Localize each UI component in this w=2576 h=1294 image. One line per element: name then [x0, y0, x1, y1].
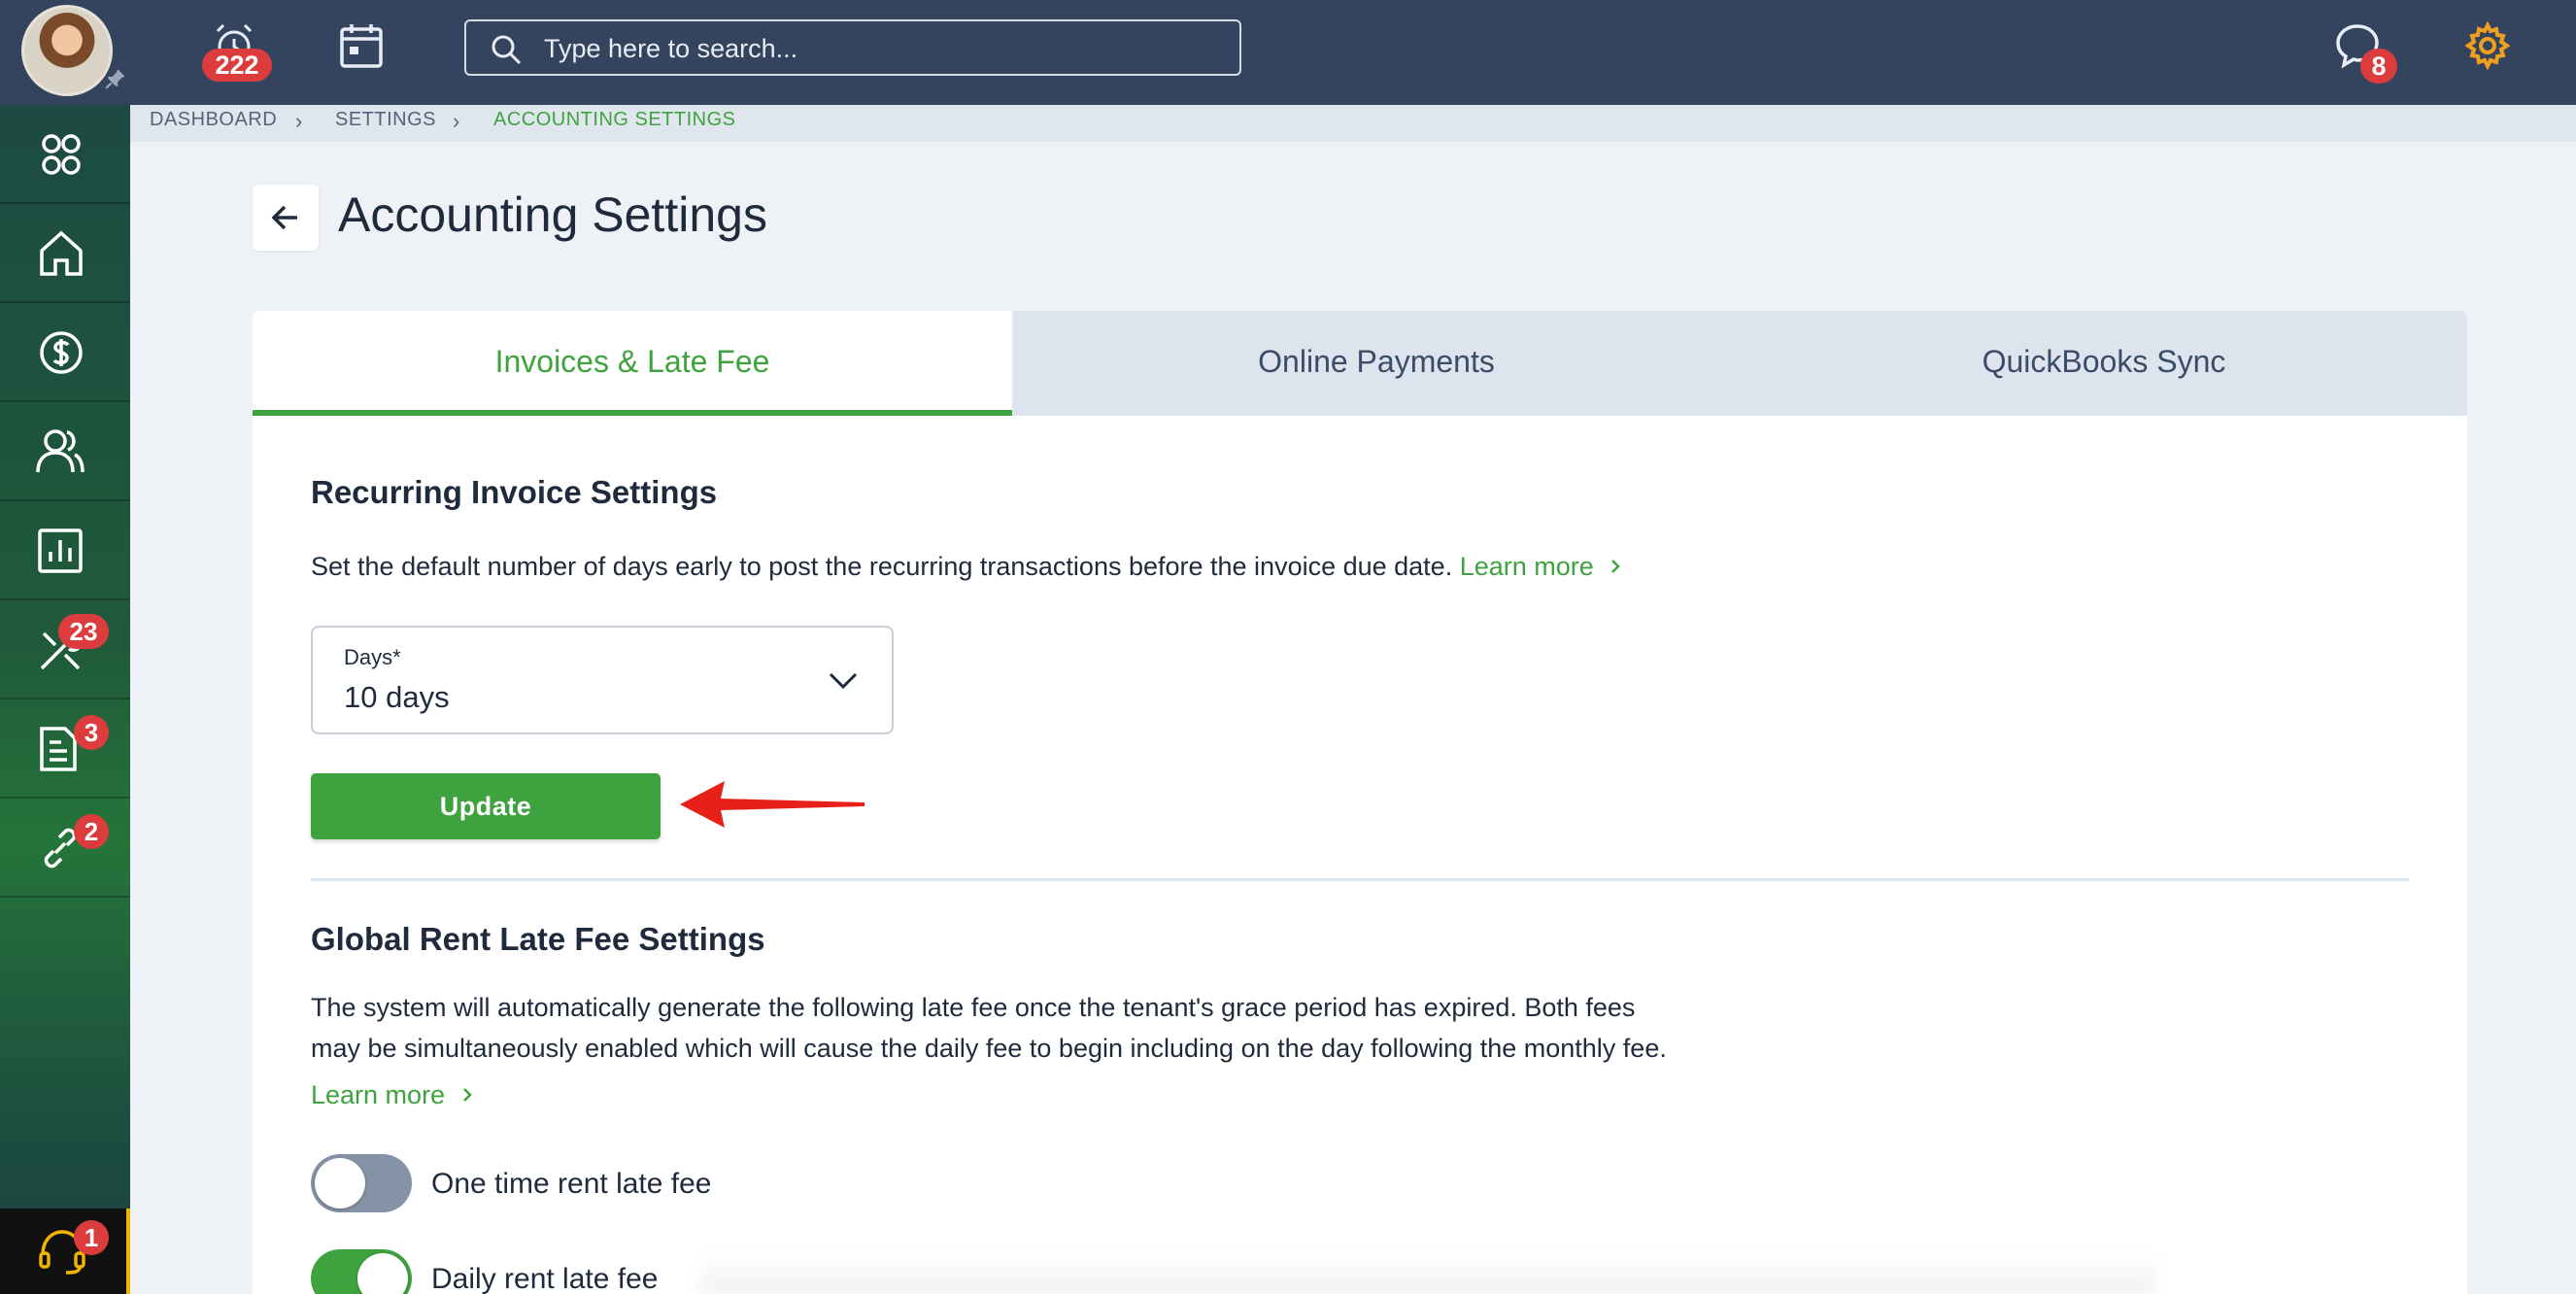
breadcrumb-accounting-settings: ACCOUNTING SETTINGS: [493, 109, 736, 130]
days-label: Days*: [344, 645, 401, 669]
tab-quickbooks-sync[interactable]: QuickBooks Sync: [1741, 311, 2467, 416]
links-badge: 2: [74, 814, 109, 849]
chevron-right-icon: [462, 1088, 472, 1102]
update-button[interactable]: Update: [311, 773, 661, 839]
sidebar-item-home[interactable]: [0, 204, 130, 303]
top-bar: 222 8: [0, 0, 2576, 105]
sidebar-item-reports[interactable]: [0, 501, 130, 600]
apps-grid-icon: [42, 134, 81, 175]
back-button[interactable]: [253, 185, 319, 251]
search-input[interactable]: [544, 29, 1224, 68]
people-icon: [36, 429, 85, 473]
sidebar-item-documents[interactable]: [0, 699, 130, 799]
pin-icon[interactable]: [103, 66, 128, 91]
user-avatar[interactable]: [21, 5, 113, 96]
daily-late-fee-label: Daily rent late fee: [431, 1263, 659, 1294]
recurring-invoice-description: Set the default number of days early to …: [311, 546, 1622, 587]
home-icon: [40, 230, 83, 276]
search-box[interactable]: [464, 19, 1241, 76]
sidebar-item-people[interactable]: [0, 402, 130, 501]
support-badge: 1: [74, 1220, 109, 1255]
arrow-left-icon: [271, 205, 297, 230]
chevron-right-icon: [1611, 560, 1621, 573]
support-button[interactable]: 1: [0, 1209, 130, 1294]
learn-more-label: Learn more: [311, 1080, 446, 1109]
recurring-description-text: Set the default number of days early to …: [311, 552, 1453, 581]
days-value: 10 days: [344, 680, 450, 714]
learn-more-label: Learn more: [1459, 552, 1594, 581]
recurring-invoice-heading: Recurring Invoice Settings: [311, 474, 718, 510]
late-fee-heading: Global Rent Late Fee Settings: [311, 921, 765, 957]
days-select[interactable]: Days* 10 days: [311, 626, 894, 734]
tab-online-payments[interactable]: Online Payments: [1012, 311, 1741, 416]
section-divider: [311, 878, 2409, 881]
one-time-late-fee-label: One time rent late fee: [431, 1168, 712, 1200]
messages-badge: 8: [2360, 49, 2397, 84]
sidebar-item-maintenance[interactable]: [0, 600, 130, 699]
dollar-icon: [40, 331, 83, 374]
alarm-badge: 222: [202, 49, 272, 82]
maintenance-badge: 23: [58, 614, 109, 649]
breadcrumb-separator: ›: [295, 109, 303, 133]
daily-late-fee-toggle[interactable]: [311, 1249, 412, 1294]
annotation-arrow-icon: [680, 781, 864, 828]
sidebar: 23 3 2: [0, 105, 130, 1294]
bar-chart-icon: [38, 528, 83, 573]
documents-badge: 3: [74, 715, 109, 750]
bottom-shadow: [699, 1253, 2156, 1294]
calendar-icon[interactable]: [338, 21, 385, 75]
settings-tabs: Invoices & Late Fee Online Payments Quic…: [253, 311, 2467, 416]
late-fee-description-line1: The system will automatically generate t…: [311, 993, 1636, 1022]
gear-icon[interactable]: [2463, 20, 2512, 75]
toggle-knob: [357, 1253, 408, 1294]
late-fee-learn-more-link[interactable]: Learn more: [311, 1074, 474, 1115]
search-icon: [491, 35, 522, 65]
breadcrumb-dashboard[interactable]: DASHBOARD: [150, 109, 277, 131]
sidebar-item-accounting[interactable]: [0, 303, 130, 402]
breadcrumb-separator: ›: [453, 109, 460, 133]
one-time-late-fee-toggle[interactable]: [311, 1154, 412, 1212]
chevron-down-icon: [829, 672, 858, 690]
recurring-learn-more-link[interactable]: Learn more: [1460, 552, 1623, 581]
breadcrumb-settings[interactable]: SETTINGS: [335, 109, 436, 131]
sidebar-item-apps[interactable]: [0, 105, 130, 204]
sidebar-item-links[interactable]: [0, 799, 130, 898]
toggle-knob: [315, 1158, 365, 1209]
page-title: Accounting Settings: [338, 187, 767, 242]
late-fee-description-line2: may be simultaneously enabled which will…: [311, 1034, 1667, 1063]
tab-invoices-late-fee[interactable]: Invoices & Late Fee: [253, 311, 1012, 416]
